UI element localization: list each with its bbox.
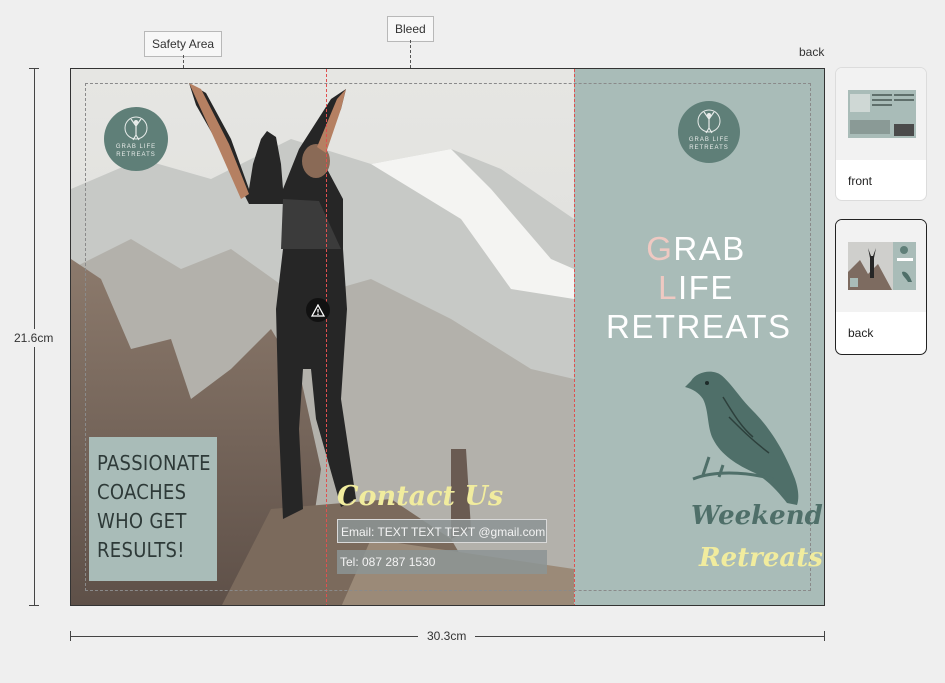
logo-right-text-1: GRAB LIFE — [688, 137, 730, 143]
brand-title[interactable]: GRAB LIFE RETREATS — [606, 229, 790, 346]
thumbnail-preview — [836, 68, 926, 160]
safety-area-label: Safety Area — [152, 37, 215, 51]
sheet-side-label: back — [799, 45, 825, 59]
warning-triangle-icon — [311, 303, 325, 317]
warning-badge[interactable] — [306, 298, 330, 322]
logo-left[interactable]: GRAB LIFE RETREATS — [104, 107, 168, 171]
width-dimension-text: 30.3cm — [418, 629, 476, 643]
logo-left-text-2: RETREATS — [116, 152, 156, 158]
bleed-pointer — [410, 40, 411, 68]
phone-text-field[interactable]: Tel: 087 287 1530 — [337, 550, 547, 574]
fold-line-left — [326, 69, 327, 605]
width-dimension-tick-left — [70, 631, 71, 641]
thumbnail-label-front: front — [848, 174, 873, 188]
bleed-label: Bleed — [395, 22, 426, 36]
back-preview-image — [848, 242, 916, 290]
bird-illustration[interactable] — [683, 367, 803, 509]
fold-line-right — [574, 69, 575, 605]
height-dimension-tick-bottom — [29, 605, 39, 606]
email-text-field[interactable]: Email: TEXT TEXT TEXT @gmail.com — [337, 519, 547, 543]
logo-right-text-2: RETREATS — [689, 145, 729, 151]
width-dimension-tick-right — [824, 631, 825, 641]
brand-title-ife: IFE — [678, 269, 734, 306]
brand-title-l: L — [658, 269, 678, 306]
thumbnail-label-back: back — [848, 326, 874, 340]
brand-title-g: G — [646, 230, 674, 267]
passionate-line-2: COACHES — [97, 480, 187, 504]
passionate-text-box[interactable]: PASSIONATE COACHES WHO GET RESULTS! — [89, 437, 217, 581]
safety-area-callout: Safety Area — [144, 31, 223, 57]
passionate-line-3: WHO GET — [97, 509, 187, 533]
passionate-line-1: PASSIONATE — [97, 451, 211, 475]
page-thumbnail-back[interactable]: back — [835, 219, 927, 355]
weekend-text[interactable]: Weekend — [691, 501, 823, 531]
height-dimension-tick-top — [29, 68, 39, 69]
figure-logo-icon — [124, 116, 148, 141]
contact-title[interactable]: Contact Us — [337, 481, 503, 512]
passionate-line-4: RESULTS! — [97, 538, 185, 562]
design-canvas[interactable]: GRAB LIFE RETREATS GRAB LIFE RETREATS PA… — [70, 68, 825, 606]
logo-left-text-1: GRAB LIFE — [115, 144, 157, 150]
height-dimension-text: 21.6cm — [14, 329, 54, 347]
front-preview-image — [848, 90, 916, 138]
figure-logo-icon — [697, 109, 721, 134]
page-thumbnail-front[interactable]: front — [835, 67, 927, 201]
back-preview-illustration — [848, 242, 916, 290]
logo-right[interactable]: GRAB LIFE RETREATS — [678, 101, 740, 163]
front-preview-illustration — [848, 90, 916, 138]
retreats-text[interactable]: Retreats — [699, 543, 823, 573]
bleed-callout: Bleed — [387, 16, 434, 42]
brand-title-rab: RAB — [673, 230, 746, 267]
thumbnail-preview — [836, 220, 926, 312]
brand-title-line-2: RETREATS — [606, 308, 792, 345]
